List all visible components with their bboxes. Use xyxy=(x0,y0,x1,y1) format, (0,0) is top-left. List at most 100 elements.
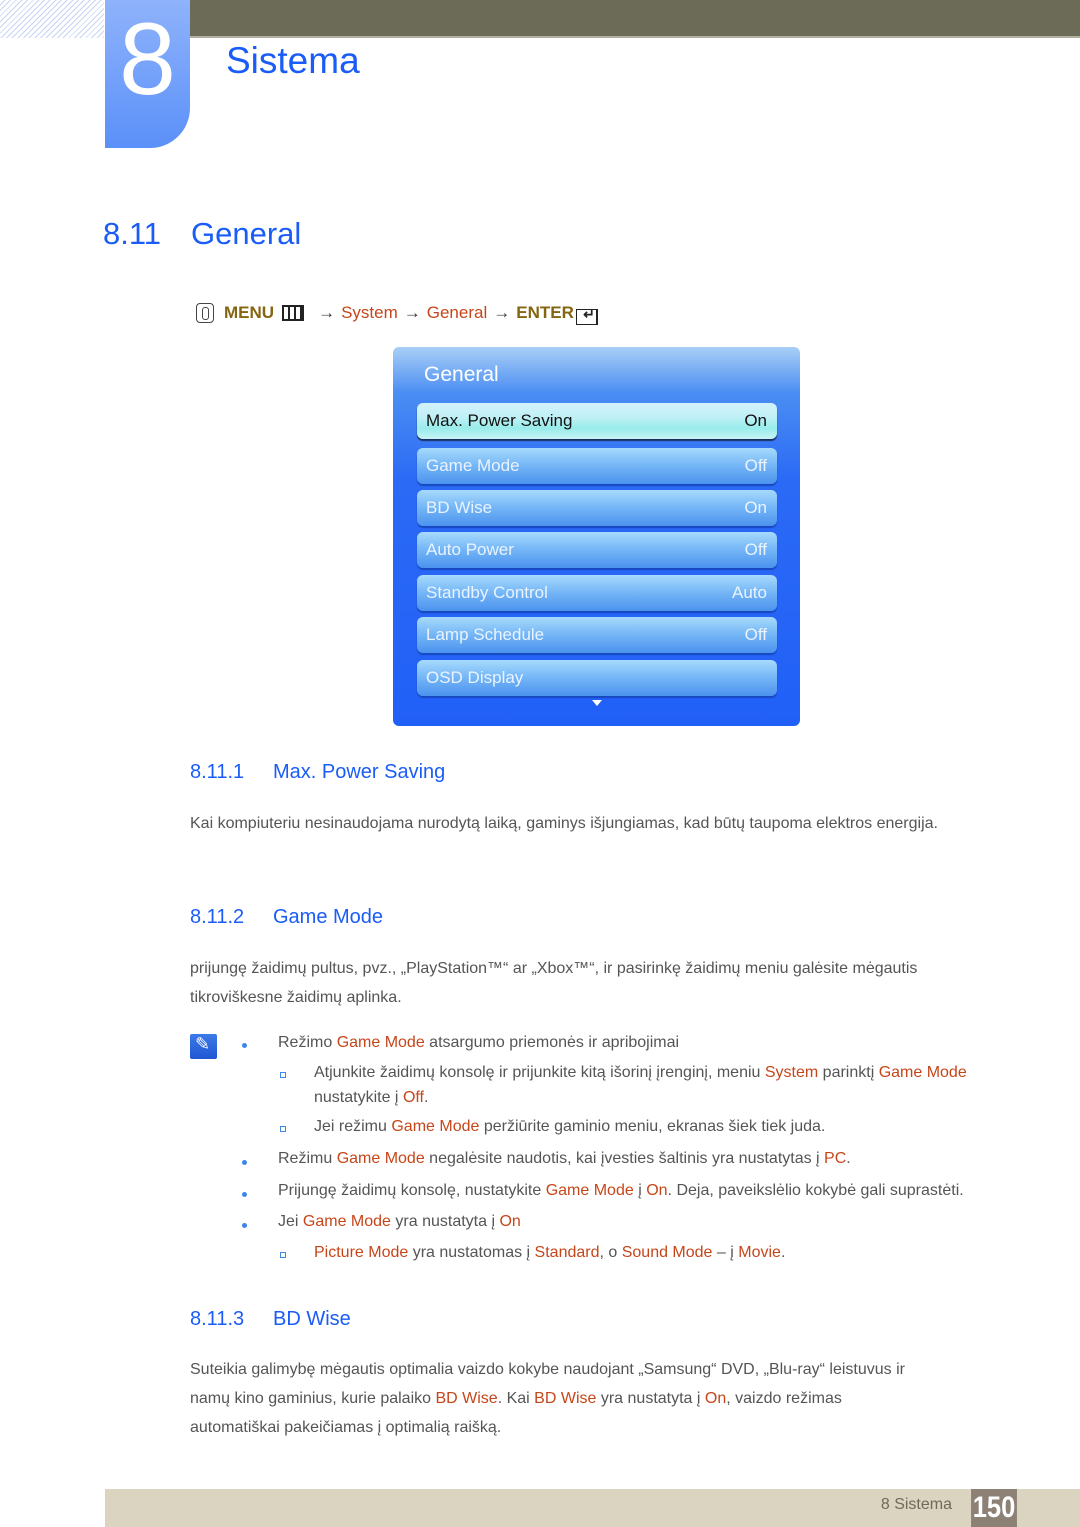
section-number: 8.11 xyxy=(103,216,162,251)
subsection-number: 8.11.3 xyxy=(190,1308,245,1330)
chapter-number: 8 xyxy=(119,2,176,116)
paragraph-line: namų kino gaminius, kurie palaiko BD Wis… xyxy=(190,1387,842,1411)
note-subitem: Picture Mode yra nustatomas į Standard, … xyxy=(314,1241,785,1265)
osd-item-value: Off xyxy=(744,540,767,559)
enter-label: ENTER xyxy=(516,303,574,322)
menu-grid-icon xyxy=(282,305,305,321)
text: yra nustatyta į xyxy=(596,1390,705,1407)
highlight: Off xyxy=(402,1089,424,1106)
highlight: Game Mode xyxy=(302,1213,391,1230)
text: , o xyxy=(599,1244,622,1261)
note-item: Prijungę žaidimų konsolę, nustatykite Ga… xyxy=(278,1179,964,1203)
osd-item-label: BD Wise xyxy=(426,498,493,517)
paragraph: prijungę žaidimų pultus, pvz., „PlayStat… xyxy=(190,960,918,1006)
section-title: 8.11 General xyxy=(103,216,301,252)
note-subitem: Atjunkite žaidimų konsolę ir prijunkite … xyxy=(314,1061,967,1085)
text: , vaizdo režimas xyxy=(726,1390,842,1407)
osd-item-osd-display[interactable]: OSD Display xyxy=(417,660,777,696)
osd-item-max-power-saving[interactable]: Max. Power Saving On xyxy=(417,403,777,439)
arrow-icon: → xyxy=(318,303,336,322)
osd-item-label: Auto Power xyxy=(426,540,514,559)
chapter-title: Sistema xyxy=(226,40,360,81)
osd-item-label: Game Mode xyxy=(426,456,520,475)
osd-item-value: On xyxy=(744,498,767,517)
text: . xyxy=(423,1089,429,1106)
menu-path: MENU → System → General → ENTER xyxy=(196,303,598,325)
header-bar xyxy=(190,0,1080,38)
header-hatch-pattern xyxy=(0,0,104,38)
text: Prijungę žaidimų konsolę, nustatykite xyxy=(278,1182,546,1199)
subsection-number: 8.11.1 xyxy=(190,761,245,783)
highlight: Game Mode xyxy=(391,1118,480,1135)
down-arrow-icon[interactable] xyxy=(592,700,602,706)
page-number: 150 xyxy=(971,1489,1017,1527)
text: . Deja, paveikslėlio kokybė gali suprast… xyxy=(667,1182,964,1199)
text: Režimu xyxy=(278,1150,337,1167)
highlight: Game Mode xyxy=(336,1034,425,1051)
note-item: Jei Game Mode yra nustatyta į On xyxy=(278,1210,521,1234)
highlight: Picture Mode xyxy=(314,1244,409,1261)
enter-icon xyxy=(575,306,598,325)
subsection-name: BD Wise xyxy=(273,1308,351,1330)
osd-item-lamp-schedule[interactable]: Lamp Schedule Off xyxy=(417,617,777,653)
osd-item-value: Off xyxy=(744,456,767,475)
highlight: PC xyxy=(824,1150,847,1167)
highlight: Sound Mode xyxy=(621,1244,713,1261)
note-subitem-continued: nustatykite į Off. xyxy=(314,1086,428,1110)
subsection-title-max-power-saving: 8.11.1 Max. Power Saving xyxy=(190,761,445,784)
arrow-icon: → xyxy=(493,303,511,322)
text: atsargumo priemonės ir apribojimai xyxy=(424,1034,680,1051)
osd-item-game-mode[interactable]: Game Mode Off xyxy=(417,448,777,484)
bullet-icon xyxy=(242,1160,247,1165)
text: namų kino gaminius, kurie palaiko xyxy=(190,1390,436,1407)
text: Režimo xyxy=(278,1034,337,1051)
highlight: Game Mode xyxy=(336,1150,425,1167)
osd-item-auto-power[interactable]: Auto Power Off xyxy=(417,532,777,568)
osd-item-value: Auto xyxy=(732,583,767,602)
osd-item-label: Lamp Schedule xyxy=(426,625,545,644)
paragraph-line: automatiškai pakeičiamas į optimalią rai… xyxy=(190,1419,502,1436)
highlight: On xyxy=(704,1390,727,1407)
osd-item-value: Off xyxy=(744,625,767,644)
osd-item-bd-wise[interactable]: BD Wise On xyxy=(417,490,777,526)
square-bullet-icon xyxy=(280,1252,286,1258)
text: yra nustatomas į xyxy=(408,1244,535,1261)
footer-chapter-label: 8 Sistema xyxy=(880,1496,952,1513)
osd-item-label: OSD Display xyxy=(426,668,524,687)
text: nustatykite į xyxy=(314,1089,403,1106)
osd-item-value: On xyxy=(744,411,767,430)
subsection-title-bd-wise: 8.11.3 BD Wise xyxy=(190,1308,351,1331)
text: negalėsite naudotis, kai įvesties šaltin… xyxy=(424,1150,825,1167)
bullet-icon xyxy=(242,1043,247,1048)
paragraph: Kai kompiuteriu nesinaudojama nurodytą l… xyxy=(190,815,938,832)
paragraph-line: Suteikia galimybę mėgautis optimalia vai… xyxy=(190,1361,905,1378)
highlight: BD Wise xyxy=(534,1390,597,1407)
subsection-name: Max. Power Saving xyxy=(273,761,446,783)
highlight: System xyxy=(764,1064,819,1081)
text: Jei režimu xyxy=(314,1118,392,1135)
text: – į xyxy=(712,1244,739,1261)
square-bullet-icon xyxy=(280,1126,286,1132)
subsection-name: Game Mode xyxy=(273,906,384,928)
osd-item-standby-control[interactable]: Standby Control Auto xyxy=(417,575,777,611)
text: . xyxy=(846,1150,851,1167)
chapter-tab: 8 xyxy=(105,0,190,148)
note-icon xyxy=(190,1034,217,1059)
highlight: Game Mode xyxy=(545,1182,634,1199)
subsection-title-game-mode: 8.11.2 Game Mode xyxy=(190,906,383,929)
section-name: General xyxy=(191,216,302,251)
note-item: Režimu Game Mode negalėsite naudotis, ka… xyxy=(278,1147,851,1171)
note-subitem: Jei režimu Game Mode peržiūrite gaminio … xyxy=(314,1115,825,1139)
menu-step-system: System xyxy=(341,303,398,322)
bullet-icon xyxy=(242,1192,247,1197)
highlight: BD Wise xyxy=(435,1390,498,1407)
square-bullet-icon xyxy=(280,1072,286,1078)
subsection-number: 8.11.2 xyxy=(190,906,245,928)
highlight: Movie xyxy=(738,1244,781,1261)
osd-general-menu: General Max. Power Saving On Game Mode O… xyxy=(393,347,800,726)
highlight: Standard xyxy=(534,1244,600,1261)
arrow-icon: → xyxy=(403,303,421,322)
remote-hand-icon xyxy=(196,303,214,323)
osd-title: General xyxy=(424,363,499,386)
note-item: Režimo Game Mode atsargumo priemonės ir … xyxy=(278,1031,679,1055)
